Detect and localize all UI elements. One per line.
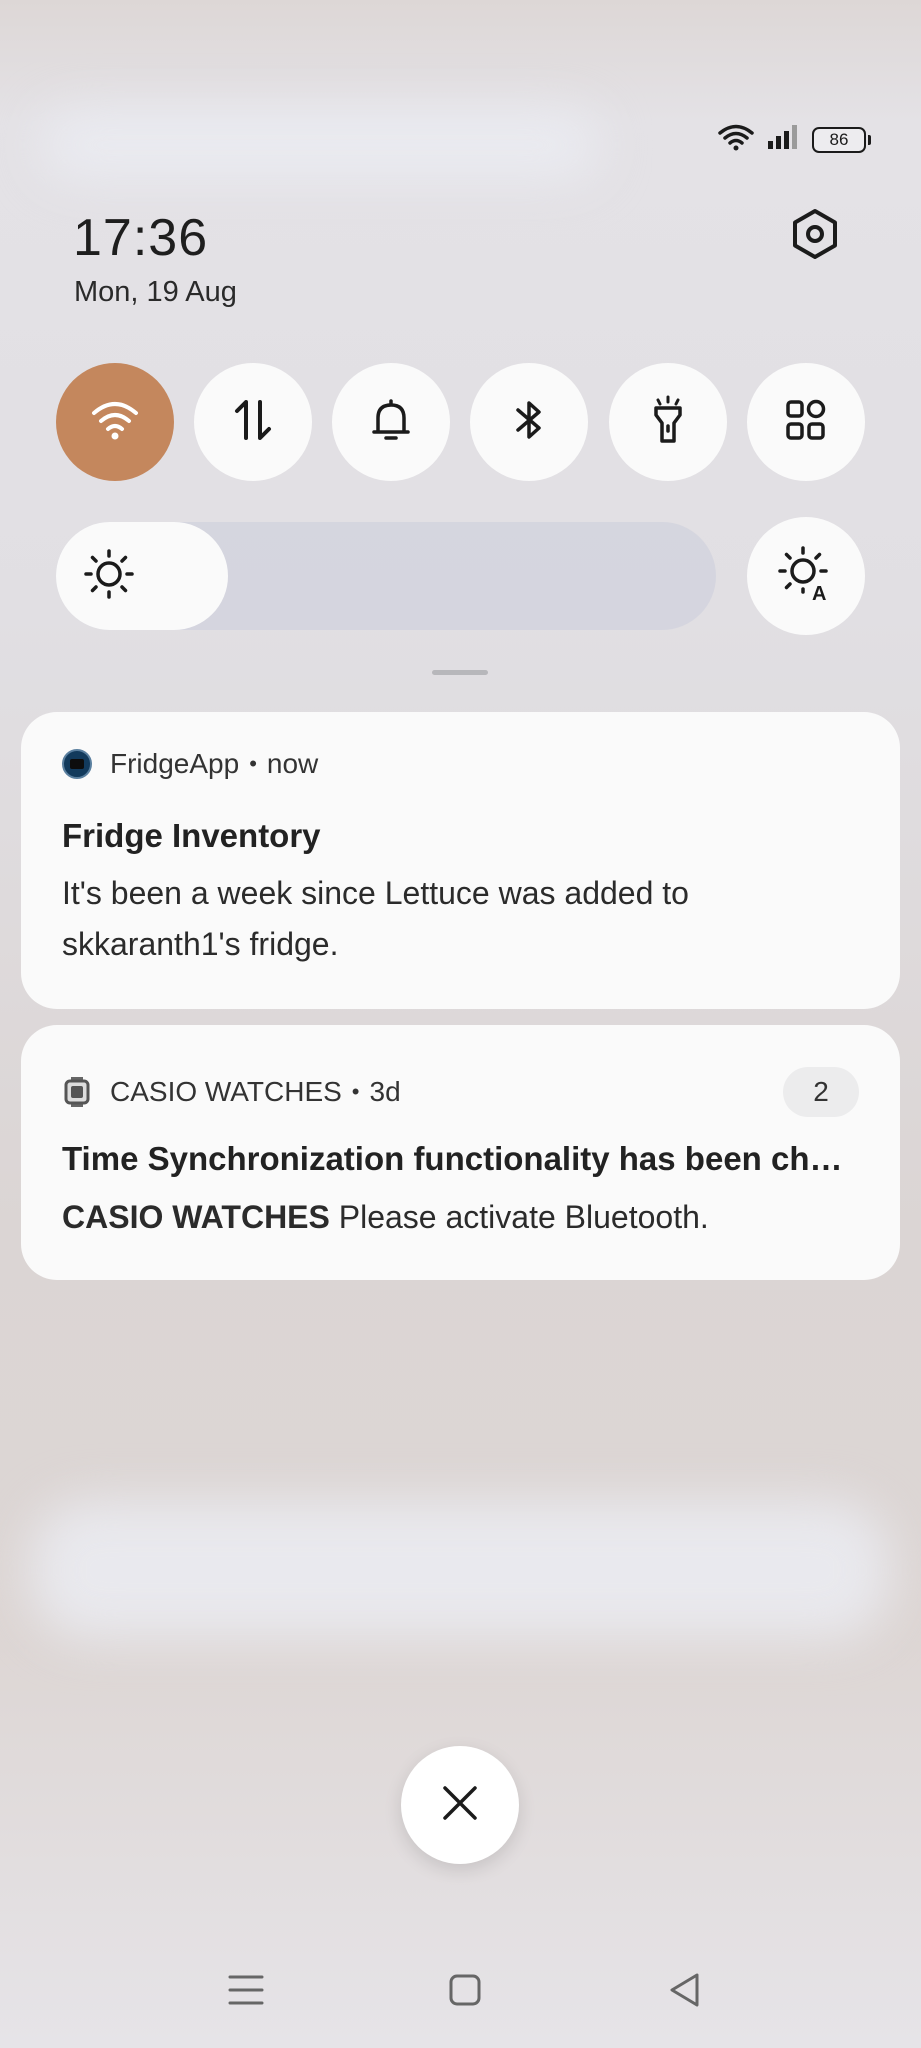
back-triangle-icon [667,1972,701,2013]
settings-hexagon-icon [790,208,840,265]
menu-lines-icon [228,1974,264,2011]
notification-header: CASIO WATCHES • 3d 2 [62,1067,859,1117]
notification-body-text: Please activate Bluetooth. [338,1199,709,1235]
notification-title: Fridge Inventory [62,817,321,854]
toggle-more[interactable] [747,363,865,481]
sun-icon [83,548,135,605]
navigation-bar [0,1934,921,2048]
svg-text:A: A [812,583,826,602]
notification-title: Time Synchronization functionality has b… [62,1140,843,1177]
separator-dot: • [351,1079,360,1104]
toggle-wifi[interactable] [56,363,174,481]
home-button[interactable] [435,1962,495,2022]
auto-brightness-icon: A [778,545,834,607]
status-bar: 86 [716,122,871,157]
notification-body: It's been a week since Lettuce was added… [62,875,689,962]
notification-card-fridgeapp[interactable]: FridgeApp • now Fridge Inventory It's be… [21,712,900,1009]
wifi-icon [90,399,140,446]
notification-time: 3d [369,1076,401,1107]
grid-icon [784,398,828,447]
flashlight-icon [648,395,688,450]
bell-icon [369,397,413,448]
notification-app-name: CASIO WATCHES [110,1076,342,1107]
watch-icon [62,1077,92,1107]
blurred-background-bottom [30,1500,890,1640]
toggle-sound[interactable] [332,363,450,481]
clear-all-button[interactable] [401,1746,519,1864]
close-icon [440,1783,480,1828]
battery-indicator: 86 [812,126,871,153]
fridgeapp-icon [62,749,92,779]
auto-brightness-button[interactable]: A [747,517,865,635]
notification-card-casio[interactable]: CASIO WATCHES • 3d 2 Time Synchronizatio… [21,1025,900,1280]
clock-time: 17:36 [73,209,209,267]
notification-app-name: FridgeApp [110,748,240,779]
recent-apps-button[interactable] [216,1962,276,2022]
toggle-flashlight[interactable] [609,363,727,481]
separator-dot: • [249,751,257,776]
cellular-signal-icon [766,124,802,155]
toggle-mobile-data[interactable] [194,363,312,481]
home-square-icon [448,1973,482,2012]
notification-body: CASIO WATCHES Please activate Bluetooth. [62,1192,859,1243]
notification-time: now [266,748,319,779]
clock-date: Mon, 19 Aug [74,276,237,308]
notification-body-app: CASIO WATCHES [62,1199,330,1235]
brightness-slider-fill[interactable] [56,522,228,630]
notification-header: FridgeApp • now [62,744,859,784]
toggle-bluetooth[interactable] [470,363,588,481]
data-arrows-icon [231,398,275,447]
wifi-icon [716,122,756,157]
back-button[interactable] [654,1962,714,2022]
panel-drag-handle[interactable] [432,670,488,675]
bluetooth-icon [512,397,546,448]
notification-count-badge[interactable]: 2 [783,1067,859,1117]
blurred-background-top [40,110,600,180]
settings-button[interactable] [785,206,845,266]
